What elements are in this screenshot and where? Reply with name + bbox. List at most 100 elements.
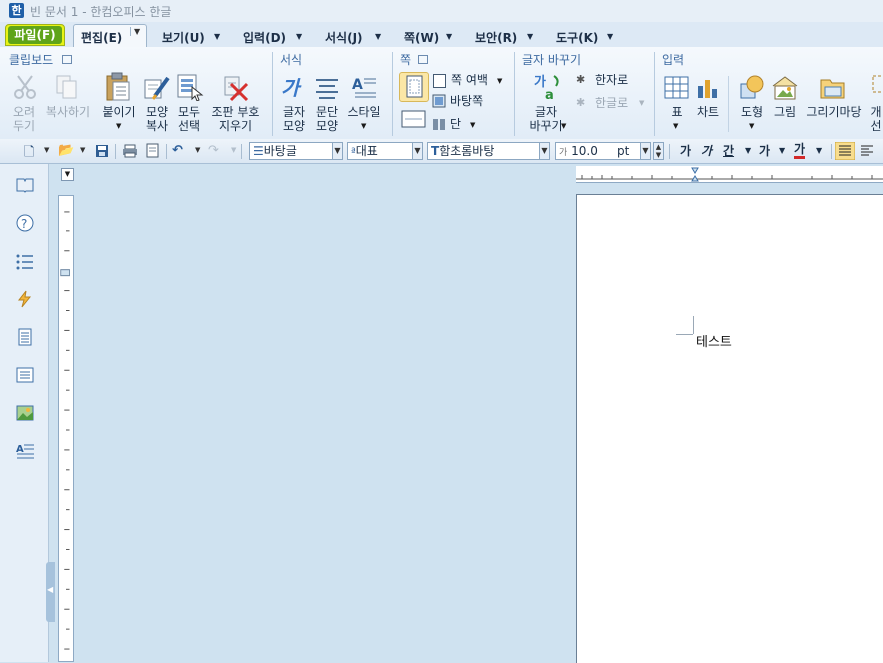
italic-button[interactable]: 가 (701, 142, 712, 159)
menu-view-arrow-icon[interactable]: ▼ (214, 32, 220, 41)
paste-button[interactable]: 붙이기 (100, 105, 138, 119)
menu-insert-arrow-icon[interactable]: ▼ (296, 32, 302, 41)
table-dropdown-icon[interactable]: ▼ (673, 122, 678, 130)
menu-page[interactable]: 쪽(W) (404, 29, 439, 46)
open-folder-icon[interactable]: 📂 (58, 143, 74, 158)
menu-format-arrow-icon[interactable]: ▼ (375, 32, 381, 41)
document-body-text[interactable]: 테스트 (696, 331, 732, 350)
font-select-arrow-icon[interactable]: ▼ (539, 142, 550, 160)
char-shape-label-1: 글자 (282, 105, 306, 119)
document-page[interactable] (576, 194, 883, 663)
menu-file[interactable]: 파일(F) (8, 26, 62, 44)
copy-button[interactable]: 복사하기 (43, 105, 93, 119)
font-color-dropdown-icon[interactable]: ▼ (816, 146, 822, 155)
shape-icon (740, 75, 764, 99)
clipboard-expand-icon[interactable] (62, 55, 72, 64)
menu-tools[interactable]: 도구(K) (556, 29, 598, 46)
shape-button[interactable]: 도형 (739, 105, 765, 119)
para-shape-button[interactable]: 문단 모양 (313, 105, 341, 133)
undo-icon[interactable]: ↶ (172, 143, 183, 158)
group-divider (654, 52, 655, 136)
to-hangul-button[interactable]: 한글로 (595, 96, 628, 110)
hwp-app-icon[interactable]: 한 (9, 3, 24, 18)
paste-dropdown-icon[interactable]: ▼ (116, 122, 121, 130)
toolbar-separator (831, 144, 832, 159)
menu-tools-arrow-icon[interactable]: ▼ (607, 32, 613, 41)
convert-chars-dropdown-icon[interactable]: ▼ (561, 122, 566, 130)
vertical-ruler[interactable] (58, 195, 74, 662)
erase-marks-button[interactable]: 조판 부호 지우기 (208, 105, 263, 133)
strike-dropdown-icon[interactable]: ▼ (779, 146, 785, 155)
open-dropdown-icon[interactable]: ▼ (80, 146, 85, 154)
shape-copy-label-1: 모양 (145, 105, 169, 119)
collapse-arrow-icon[interactable]: ◀ (47, 585, 53, 594)
lightning-icon[interactable] (15, 289, 35, 309)
menu-security-arrow-icon[interactable]: ▼ (527, 32, 533, 41)
redo-icon[interactable]: ↷ (208, 143, 219, 158)
style-button[interactable]: 스타일 (344, 105, 384, 119)
menu-edit-dropdown-icon[interactable]: ▼ (130, 27, 140, 36)
gallery-panel-icon[interactable] (15, 403, 35, 423)
margin-corner-mark (676, 334, 693, 335)
underline-dropdown-icon[interactable]: ▼ (745, 146, 751, 155)
menu-edit[interactable]: 편집(E) (81, 29, 122, 46)
menu-insert[interactable]: 입력(D) (243, 29, 286, 46)
print-icon[interactable] (122, 144, 138, 158)
book-icon[interactable] (15, 175, 35, 195)
erase-marks-label-2: 지우기 (218, 119, 253, 133)
font-size-input[interactable]: 가 10.0 pt (555, 142, 641, 160)
list-icon[interactable] (15, 252, 35, 272)
font-select[interactable]: T함초롬바탕 (427, 142, 540, 160)
select-all-button[interactable]: 모두 선택 (175, 105, 203, 133)
bold-button[interactable]: 가 (680, 142, 691, 159)
align-justify-icon[interactable] (835, 142, 855, 160)
undo-dropdown-icon[interactable]: ▼ (195, 146, 200, 154)
object-button[interactable]: 개선 (869, 105, 883, 133)
char-shape-button[interactable]: 글자 모양 (280, 105, 308, 133)
underline-button[interactable]: 간 (723, 142, 734, 159)
ruler-corner-button[interactable]: ▼ (61, 168, 74, 181)
form-icon[interactable] (15, 365, 35, 385)
horizontal-ruler[interactable] (576, 166, 883, 183)
menu-security[interactable]: 보안(R) (475, 29, 517, 46)
redo-dropdown-icon[interactable]: ▼ (231, 146, 236, 154)
font-size-arrow-icon[interactable]: ▼ (640, 142, 651, 160)
page-margin-button[interactable]: 쪽 여백 (451, 73, 488, 87)
page-setup-button[interactable] (399, 72, 429, 102)
gallery-button[interactable]: 그리기마당 (803, 105, 865, 119)
cut-button[interactable]: 오려 두기 (10, 105, 38, 133)
style-panel-icon[interactable]: A (15, 441, 35, 461)
font-size-spinner-icon[interactable]: ▲ ▼ (653, 142, 664, 160)
picture-button[interactable]: 그림 (772, 105, 798, 119)
paste-icon (106, 72, 130, 101)
to-hangul-dropdown-icon[interactable]: ▼ (639, 99, 644, 107)
strike-button[interactable]: 가 (759, 142, 770, 159)
menu-format[interactable]: 서식(J) (325, 29, 363, 46)
font-color-button[interactable]: 가 (794, 142, 806, 159)
menu-view[interactable]: 보기(U) (162, 29, 205, 46)
style-select-arrow-icon[interactable]: ▼ (332, 142, 343, 160)
language-select-arrow-icon[interactable]: ▼ (412, 142, 423, 160)
page-setup-icon (406, 75, 423, 98)
column-dropdown-icon[interactable]: ▼ (470, 121, 475, 129)
page-expand-icon[interactable] (418, 55, 428, 64)
chart-button[interactable]: 차트 (696, 105, 720, 119)
page-margin-dropdown-icon[interactable]: ▼ (497, 77, 502, 85)
print-preview-icon[interactable] (145, 143, 161, 159)
table-button[interactable]: 표 (667, 105, 687, 119)
help-icon[interactable]: ? (15, 213, 35, 233)
master-page-button[interactable]: 바탕쪽 (450, 94, 483, 108)
to-hanja-button[interactable]: 한자로 (595, 73, 628, 87)
new-document-icon[interactable]: 🗋 (24, 143, 34, 165)
style-select[interactable]: ☰바탕글 (249, 142, 333, 160)
save-icon[interactable] (95, 144, 109, 158)
new-dropdown-icon[interactable]: ▼ (44, 146, 49, 154)
menu-page-arrow-icon[interactable]: ▼ (446, 32, 452, 41)
style-dropdown-icon[interactable]: ▼ (361, 122, 366, 130)
document-icon[interactable] (15, 327, 35, 347)
language-select[interactable]: ª대표 (347, 142, 413, 160)
column-button[interactable]: 단 (450, 117, 461, 131)
shape-copy-button[interactable]: 모양 복사 (143, 105, 171, 133)
align-left-icon[interactable] (859, 143, 875, 159)
shape-dropdown-icon[interactable]: ▼ (749, 122, 754, 130)
